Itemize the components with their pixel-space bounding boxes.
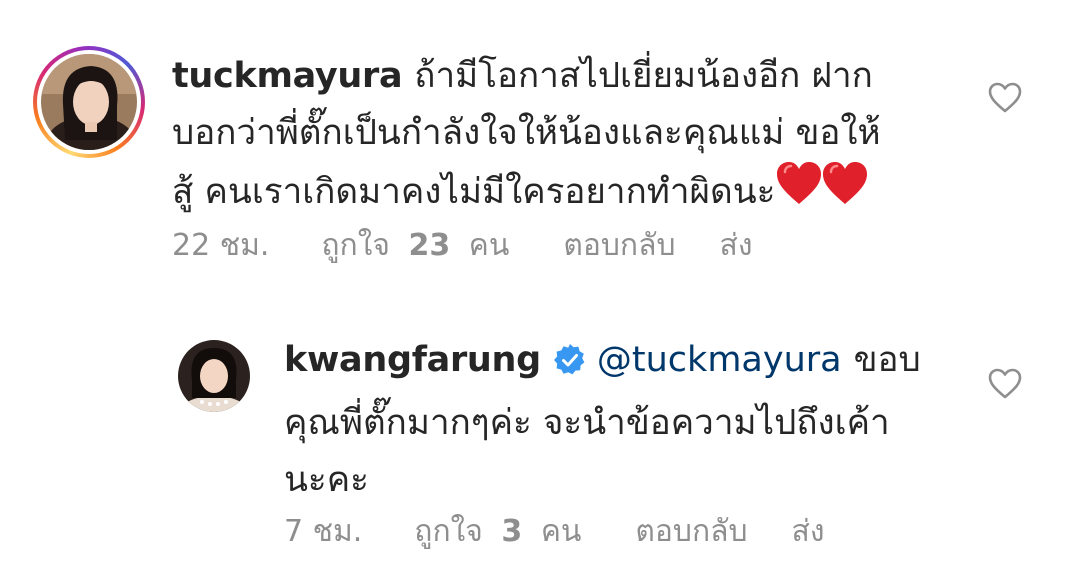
heart-emoji-icon	[777, 162, 869, 224]
reply-username[interactable]: kwangfarung	[284, 340, 541, 380]
avatar-tuckmayura[interactable]	[41, 54, 137, 150]
reply-body: kwangfarung @tuckmayura ขอบ คุณพี่ตั๊กมากๆ…	[284, 332, 921, 509]
heart-outline-icon[interactable]	[988, 368, 1022, 400]
reply-reply-button[interactable]: ตอบกลับ	[635, 512, 747, 552]
comment-body: tuckmayura ถ้ามีโอกาสไปเยี่ยมน้องอีก ฝาก …	[172, 48, 881, 224]
likes-suffix: คน	[468, 228, 510, 263]
reply-button[interactable]: ตอบกลับ	[563, 226, 675, 266]
reply-send-button[interactable]: ส่ง	[792, 512, 825, 552]
reply-text-line: นะคะ	[284, 460, 369, 500]
likes-count-link[interactable]: ถูกใจ 23 คน	[321, 226, 509, 266]
reply-text-line: ขอบ	[853, 340, 921, 380]
comment-timestamp: 22 ชม.	[172, 228, 270, 263]
comment-username[interactable]: tuckmayura	[172, 56, 403, 96]
likes-number: 3	[501, 514, 523, 549]
reply-likes-count-link[interactable]: ถูกใจ 3 คน	[414, 512, 581, 552]
reply-meta: 7 ชม. ถูกใจ 3 คน ตอบกลับ ส่ง	[284, 512, 825, 552]
reply-timestamp: 7 ชม.	[284, 514, 363, 549]
comment-tuckmayura: tuckmayura ถ้ามีโอกาสไปเยี่ยมน้องอีก ฝาก …	[0, 0, 1077, 290]
mention-link[interactable]: @tuckmayura	[597, 340, 842, 380]
avatar-kwangfarung[interactable]	[178, 340, 250, 412]
likes-suffix: คน	[540, 514, 582, 549]
comment-text-line: บอกว่าพี่ตั๊กเป็นกำลังใจให้น้องและคุณแม่…	[172, 113, 881, 153]
likes-number: 23	[408, 228, 451, 263]
comment-meta: 22 ชม. ถูกใจ 23 คน ตอบกลับ ส่ง	[172, 226, 752, 266]
likes-prefix: ถูกใจ	[321, 228, 390, 263]
reply-kwangfarung: kwangfarung @tuckmayura ขอบ คุณพี่ตั๊กมากๆ…	[0, 290, 1077, 569]
likes-prefix: ถูกใจ	[414, 514, 483, 549]
verified-badge-icon	[553, 338, 587, 395]
send-button[interactable]: ส่ง	[720, 226, 753, 266]
reply-text-line: คุณพี่ตั๊กมากๆค่ะ จะนำข้อความไปถึงเค้า	[284, 403, 890, 443]
heart-outline-icon[interactable]	[988, 82, 1022, 114]
comment-text-line: สู้ คนเราเกิดมาคงไม่มีใครอยากทำผิดนะ	[172, 172, 776, 212]
comment-text-line: ถ้ามีโอกาสไปเยี่ยมน้องอีก ฝาก	[414, 56, 873, 96]
avatar-story-ring[interactable]	[33, 46, 145, 158]
